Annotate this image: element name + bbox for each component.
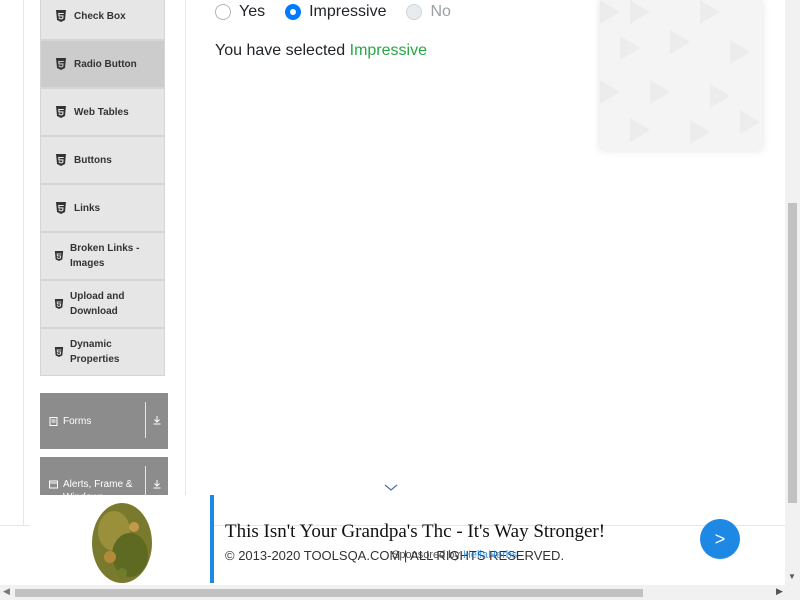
scrollbar-thumb[interactable] — [15, 589, 643, 597]
button-label: > — [714, 528, 726, 549]
banner-next-button[interactable]: > — [700, 519, 740, 559]
banner-product-image[interactable] — [30, 495, 210, 583]
scrollbar-thumb[interactable] — [788, 203, 797, 503]
html5-icon — [55, 10, 67, 22]
radio-option-no: No — [406, 3, 451, 21]
sidebar-item-label: Links — [74, 202, 101, 214]
radio-input-yes[interactable] — [215, 4, 231, 20]
html5-icon — [55, 154, 67, 166]
document-icon — [49, 416, 58, 426]
selection-result: You have selected Impressive — [215, 42, 427, 60]
scroll-left-arrow-icon[interactable]: ◀ — [3, 586, 10, 597]
sidebar-item-label: Check Box — [74, 10, 126, 22]
sidebar-item-label: Broken Links - Images — [70, 243, 140, 269]
sidebar-item-label: Upload and Download — [70, 291, 125, 317]
banner-accent-bar — [210, 495, 214, 583]
sidebar-item-label: Web Tables — [74, 106, 129, 118]
sidebar-item-links[interactable]: Links — [40, 184, 165, 232]
sponsor-prefix: Sponsored by — [392, 549, 463, 561]
chevron-down-icon[interactable] — [384, 480, 398, 491]
sidebar-item-broken-links[interactable]: Broken Links - Images — [40, 232, 165, 280]
sidebar-item-check-box[interactable]: Check Box — [40, 0, 165, 40]
scroll-down-arrow-icon[interactable]: ▼ — [788, 572, 796, 581]
html5-icon — [54, 299, 64, 309]
sidebar-item-label: Buttons — [74, 154, 112, 166]
radio-input-impressive[interactable] — [285, 4, 302, 20]
radio-option-impressive[interactable]: Impressive — [285, 3, 386, 21]
radio-option-yes[interactable]: Yes — [215, 3, 265, 21]
sidebar-item-dynamic-properties[interactable]: Dynamic Properties — [40, 328, 165, 376]
radio-input-no — [406, 4, 423, 20]
group-header-forms[interactable]: Forms — [40, 393, 168, 449]
html5-icon — [55, 58, 67, 70]
vertical-scrollbar[interactable]: ▼ — [785, 0, 800, 585]
sidebar-item-radio-button[interactable]: Radio Button — [40, 40, 165, 88]
sidebar-item-buttons[interactable]: Buttons — [40, 136, 165, 184]
sidebar-item-web-tables[interactable]: Web Tables — [40, 88, 165, 136]
download-icon — [152, 479, 162, 489]
horizontal-scrollbar[interactable]: ◀ ▶ — [0, 585, 800, 600]
banner-title[interactable]: This Isn't Your Grandpa's Thc - It's Way… — [225, 521, 605, 543]
radio-label: No — [430, 3, 451, 20]
html5-icon — [55, 202, 67, 214]
html5-icon — [55, 106, 67, 118]
group-divider — [145, 402, 146, 438]
result-value: Impressive — [349, 42, 427, 59]
html5-icon — [54, 347, 64, 357]
html5-icon — [54, 251, 64, 261]
sidebar-item-upload-download[interactable]: Upload and Download — [40, 280, 165, 328]
sponsor-brand[interactable]: HeliaHerbs — [463, 549, 517, 561]
scroll-right-arrow-icon[interactable]: ▶ — [776, 586, 783, 597]
radio-label[interactable]: Yes — [239, 3, 265, 21]
radio-label[interactable]: Impressive — [309, 3, 386, 21]
radio-group: Yes Impressive No — [215, 2, 471, 22]
banner-ad[interactable]: This Isn't Your Grandpa's Thc - It's Way… — [30, 495, 785, 583]
ad-placeholder — [600, 0, 762, 150]
download-icon — [152, 415, 162, 425]
window-icon — [49, 480, 58, 489]
ad-pattern — [600, 0, 760, 144]
banner-sponsor: Sponsored by HeliaHerbs — [392, 549, 517, 561]
sidebar-item-label: Radio Button — [74, 58, 137, 70]
result-prefix: You have selected — [215, 42, 350, 59]
sidebar-item-label: Dynamic Properties — [70, 339, 120, 365]
